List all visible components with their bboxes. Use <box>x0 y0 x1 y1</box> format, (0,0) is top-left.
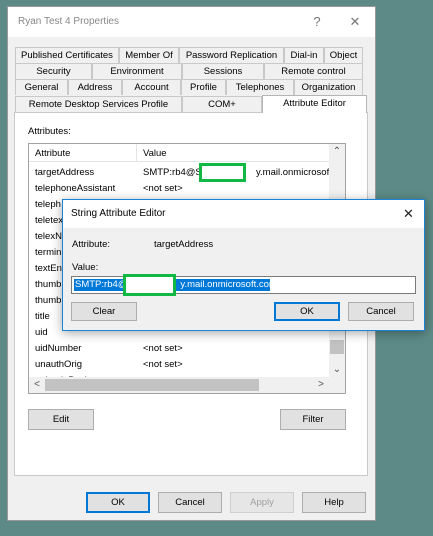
tab-member-of[interactable]: Member Of <box>119 47 179 63</box>
column-attribute[interactable]: Attribute <box>35 148 70 159</box>
scroll-right-icon[interactable]: > <box>313 377 329 393</box>
editor-close-icon[interactable]: ✕ <box>403 206 414 222</box>
tab-com-plus[interactable]: COM+ <box>182 96 262 112</box>
tab-dial-in[interactable]: Dial-in <box>284 47 324 63</box>
clear-button[interactable]: Clear <box>71 302 137 321</box>
help-dialog-button[interactable]: Help <box>302 492 366 513</box>
horizontal-scrollbar[interactable]: < > <box>29 377 345 393</box>
tab-object[interactable]: Object <box>324 47 363 63</box>
tab-remote-desktop-services-profile[interactable]: Remote Desktop Services Profile <box>15 96 182 112</box>
tab-attribute-editor[interactable]: Attribute Editor <box>262 95 367 113</box>
redaction-box <box>123 274 176 296</box>
editor-attribute-label: Attribute: <box>72 239 111 250</box>
table-row[interactable]: targetAddress SMTP:rb4@S y.mail.onmicrosof… <box>29 165 345 181</box>
vertical-scroll-thumb[interactable] <box>330 340 344 354</box>
editor-value-label: Value: <box>72 262 99 273</box>
close-button[interactable]: ✕ <box>341 13 369 31</box>
attributes-label: Attributes: <box>28 126 71 137</box>
tab-account[interactable]: Account <box>122 79 181 95</box>
editor-attribute-name: targetAddress <box>154 239 214 250</box>
help-button[interactable]: ? <box>303 13 331 31</box>
tab-security[interactable]: Security <box>15 63 92 79</box>
table-row[interactable]: uidNumber <not set> <box>29 341 332 357</box>
cancel-button[interactable]: Cancel <box>158 492 222 513</box>
redaction-box <box>199 163 246 182</box>
edit-button[interactable]: Edit <box>28 409 94 430</box>
string-attribute-editor-dialog: String Attribute Editor ✕ Attribute: tar… <box>62 199 425 331</box>
table-row[interactable]: unauthOrig <not set> <box>29 357 332 373</box>
ok-button[interactable]: OK <box>86 492 150 513</box>
tab-telephones[interactable]: Telephones <box>226 79 294 95</box>
table-row[interactable]: telephoneAssistant <not set> <box>29 181 332 197</box>
scroll-down-icon[interactable]: ⌄ <box>329 362 345 378</box>
tab-organization[interactable]: Organization <box>294 79 363 95</box>
editor-cancel-button[interactable]: Cancel <box>348 302 414 321</box>
tab-remote-control[interactable]: Remote control <box>264 63 363 79</box>
list-header: Attribute Value <box>29 144 332 162</box>
editor-title-bar[interactable]: String Attribute Editor ✕ <box>63 200 424 228</box>
window-title: Ryan Test 4 Properties <box>18 16 119 27</box>
tab-password-replication[interactable]: Password Replication <box>179 47 284 63</box>
editor-title: String Attribute Editor <box>71 208 166 219</box>
column-value[interactable]: Value <box>143 148 167 159</box>
tab-general[interactable]: General <box>15 79 68 95</box>
scroll-up-icon[interactable]: ⌃ <box>329 144 345 160</box>
apply-button[interactable]: Apply <box>230 492 294 513</box>
tab-environment[interactable]: Environment <box>92 63 182 79</box>
tab-sessions[interactable]: Sessions <box>182 63 264 79</box>
tab-profile[interactable]: Profile <box>181 79 226 95</box>
tab-address[interactable]: Address <box>68 79 122 95</box>
horizontal-scroll-thumb[interactable] <box>45 379 259 391</box>
column-separator[interactable] <box>136 144 137 162</box>
tab-published-certificates[interactable]: Published Certificates <box>15 47 119 63</box>
properties-title-bar[interactable]: Ryan Test 4 Properties ? ✕ <box>8 7 375 37</box>
editor-ok-button[interactable]: OK <box>274 302 340 321</box>
scroll-left-icon[interactable]: < <box>29 377 45 393</box>
filter-button[interactable]: Filter <box>280 409 346 430</box>
